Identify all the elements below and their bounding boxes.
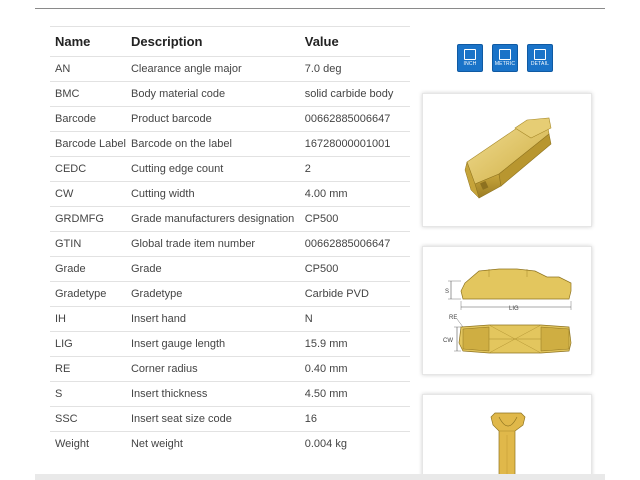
table-row: GRDMFG Grade manufacturers designation CP5… xyxy=(50,206,410,232)
column-header-name: Name xyxy=(50,26,126,57)
table-row: Barcode Label Barcode on the label 1672800… xyxy=(50,131,410,157)
row-value: 4.50 mm xyxy=(299,381,410,407)
bottom-scroll-band xyxy=(35,474,605,480)
row-description: Insert thickness xyxy=(125,381,300,407)
download-detail-label: DETAIL xyxy=(530,61,550,67)
table-row: CW Cutting width 4.00 mm xyxy=(50,181,410,207)
row-name: Barcode Label xyxy=(50,131,126,157)
row-value: 16 xyxy=(299,406,410,432)
dim-s-label: S xyxy=(445,289,449,295)
row-description: Insert gauge length xyxy=(125,331,300,357)
download-detail-button[interactable]: DETAIL xyxy=(527,44,553,72)
dim-cw-label: CW xyxy=(443,338,453,344)
drawing-file-icon xyxy=(534,49,546,60)
row-value: solid carbide body xyxy=(299,81,410,107)
table-row: Grade Grade CP500 xyxy=(50,256,410,282)
row-value: Carbide PVD xyxy=(299,281,410,307)
download-inch-label: INCH xyxy=(463,61,477,67)
row-description: Clearance angle major xyxy=(125,56,300,82)
row-name: S xyxy=(50,381,126,407)
row-name: CW xyxy=(50,181,126,207)
dim-lig-label: LIG xyxy=(509,306,519,312)
row-value: 4.00 mm xyxy=(299,181,410,207)
table-row: CEDC Cutting edge count 2 xyxy=(50,156,410,182)
row-description: Grade xyxy=(125,256,300,282)
row-value: 15.9 mm xyxy=(299,331,410,357)
holder-image-card[interactable] xyxy=(422,394,592,480)
column-header-value: Value xyxy=(299,26,410,57)
row-value: CP500 xyxy=(299,256,410,282)
table-row: Barcode Product barcode 00662885006647 xyxy=(50,106,410,132)
row-name: Barcode xyxy=(50,106,126,132)
top-divider xyxy=(35,8,605,9)
table-row: Weight Net weight 0.004 kg xyxy=(50,431,410,456)
table-row: BMC Body material code solid carbide body xyxy=(50,81,410,107)
row-value: CP500 xyxy=(299,206,410,232)
download-inch-button[interactable]: INCH xyxy=(457,44,483,72)
row-value: 7.0 deg xyxy=(299,56,410,82)
product-image-card[interactable] xyxy=(422,93,592,227)
row-description: Grade manufacturers designation xyxy=(125,206,300,232)
dim-re-label: RE xyxy=(449,315,457,321)
row-description: Net weight xyxy=(125,431,300,456)
download-metric-button[interactable]: METRIC xyxy=(492,44,518,72)
row-value: 16728000001001 xyxy=(299,131,410,157)
row-description: Insert seat size code xyxy=(125,406,300,432)
row-name: GTIN xyxy=(50,231,126,257)
insert-product-image xyxy=(464,117,552,199)
table-row: Gradetype Gradetype Carbide PVD xyxy=(50,281,410,307)
table-row: GTIN Global trade item number 006628850066… xyxy=(50,231,410,257)
row-name: LIG xyxy=(50,331,126,357)
table-row: S Insert thickness 4.50 mm xyxy=(50,381,410,407)
row-description: Product barcode xyxy=(125,106,300,132)
row-name: GRDMFG xyxy=(50,206,126,232)
row-value: 0.004 kg xyxy=(299,431,410,456)
specification-table: Name Description Value AN Clearance angle… xyxy=(50,26,410,456)
drawing-file-icon xyxy=(464,49,476,60)
table-row: LIG Insert gauge length 15.9 mm xyxy=(50,331,410,357)
drawing-file-icon xyxy=(499,49,511,60)
row-name: SSC xyxy=(50,406,126,432)
row-description: Global trade item number xyxy=(125,231,300,257)
technical-drawing-card[interactable]: S LIG RE CW xyxy=(422,246,592,375)
insert-end-view-image xyxy=(490,412,526,479)
row-value: 2 xyxy=(299,156,410,182)
row-description: Body material code xyxy=(125,81,300,107)
row-name: IH xyxy=(50,306,126,332)
row-name: Gradetype xyxy=(50,281,126,307)
row-description: Gradetype xyxy=(125,281,300,307)
row-value: 00662885006647 xyxy=(299,106,410,132)
row-description: Barcode on the label xyxy=(125,131,300,157)
table-row: IH Insert hand N xyxy=(50,306,410,332)
row-name: RE xyxy=(50,356,126,382)
row-name: Grade xyxy=(50,256,126,282)
download-metric-label: METRIC xyxy=(494,61,516,67)
row-name: BMC xyxy=(50,81,126,107)
table-row: SSC Insert seat size code 16 xyxy=(50,406,410,432)
row-name: Weight xyxy=(50,431,126,456)
row-description: Cutting width xyxy=(125,181,300,207)
table-row: AN Clearance angle major 7.0 deg xyxy=(50,56,410,82)
row-name: AN xyxy=(50,56,126,82)
table-header-row: Name Description Value xyxy=(50,26,410,57)
row-description: Corner radius xyxy=(125,356,300,382)
column-header-description: Description xyxy=(125,26,300,57)
row-description: Insert hand xyxy=(125,306,300,332)
row-value: N xyxy=(299,306,410,332)
row-value: 00662885006647 xyxy=(299,231,410,257)
row-description: Cutting edge count xyxy=(125,156,300,182)
table-row: RE Corner radius 0.40 mm xyxy=(50,356,410,382)
row-name: CEDC xyxy=(50,156,126,182)
row-value: 0.40 mm xyxy=(299,356,410,382)
insert-technical-drawing: S LIG RE CW xyxy=(443,268,572,354)
